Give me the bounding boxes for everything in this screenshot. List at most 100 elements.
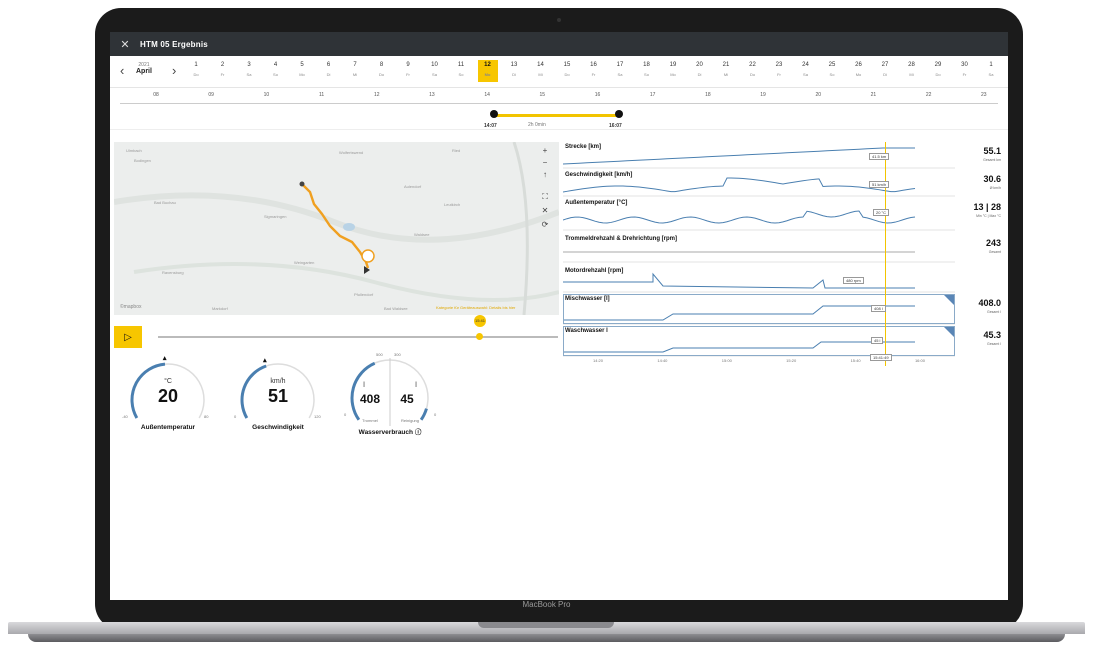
day-cell[interactable]: 7 Mi [345, 60, 365, 82]
cursor-time: 15:41:49 [870, 354, 892, 361]
day-cell[interactable]: 16 Fr [584, 60, 604, 82]
playback-slider-handle[interactable] [476, 333, 483, 340]
day-cell[interactable]: 26 Mo [849, 60, 869, 82]
day-number: 27 [881, 62, 889, 68]
map-place: Bad Buchau [154, 200, 176, 205]
mixwater-row-highlight[interactable] [563, 294, 955, 324]
recenter-icon[interactable]: ⟳ [540, 220, 550, 229]
weekday: Mo [299, 72, 305, 77]
day-number: 5 [300, 62, 304, 68]
close-icon[interactable]: ✕ [110, 38, 140, 51]
day-cell[interactable]: 11 So [451, 60, 471, 82]
range-end-handle[interactable] [615, 110, 623, 118]
play-button[interactable]: ▷ [114, 326, 142, 348]
speed-min: 0 [234, 414, 237, 419]
hour-tick: 15 [539, 92, 546, 98]
water-gauge: 500 300 l l 408 45 Trommel Reinigung 0 0… [338, 348, 442, 448]
speed-value: 51 [267, 386, 289, 406]
sensor-charts: Strecke [km] 55.1 Gesamt km 41.5 km Geschwin… [563, 142, 1003, 366]
day-cell[interactable]: 12 Mo [477, 60, 498, 82]
time-range-selector[interactable]: 08 09 10 11 12 13 14 15 16 17 18 19 20 21 22 23 14:07 1… [110, 90, 1008, 130]
water-cleaning-scale: 300 [394, 352, 401, 357]
day-cell[interactable]: 18 So [637, 60, 657, 82]
weekday: So [458, 72, 464, 77]
day-cell[interactable]: 1 Do [186, 60, 206, 82]
chart-summary-value: 45.3 [983, 330, 1001, 340]
day-cell[interactable]: 10 Sa [425, 60, 445, 82]
water-cleaning-value: 45 [400, 392, 414, 406]
day-cell[interactable]: 25 So [822, 60, 842, 82]
map-canvas [114, 142, 559, 315]
day-number: 4 [273, 62, 278, 68]
map-note: Kategorie für Geräteauswahl: Details bis… [436, 305, 516, 310]
day-cell[interactable]: 23 Fr [769, 60, 789, 82]
day-cell[interactable]: 22 Do [743, 60, 763, 82]
day-cell[interactable]: 3 Sa [239, 60, 259, 82]
day-cell[interactable]: 4 So [266, 60, 286, 82]
weekday: Mo [484, 72, 491, 77]
route-map[interactable]: Ulmbach Bodingen Wolfertswend Ried Bad B… [114, 142, 559, 315]
day-cell[interactable]: 28 Mi [902, 60, 922, 82]
info-icon[interactable]: ⓘ [415, 429, 422, 436]
day-number: 8 [379, 62, 384, 68]
chart-title: Außentemperatur [°C] [565, 200, 628, 206]
selected-range[interactable] [494, 114, 619, 117]
day-cell[interactable]: 1 Sa [981, 60, 1001, 82]
device-label: MacBook Pro [522, 600, 571, 609]
day-cell[interactable]: 27 Di [875, 60, 895, 82]
day-cell[interactable]: 17 Sa [610, 60, 630, 82]
range-start-handle[interactable] [490, 110, 498, 118]
weekday: Do [378, 72, 385, 77]
speed-line [563, 177, 916, 193]
water-label: Wasserverbrauch ⓘ [338, 426, 442, 436]
weekday: So [273, 72, 278, 77]
weekday: So [644, 72, 649, 77]
weekday: Fr [591, 72, 596, 77]
range-duration: 2h 0min [528, 122, 546, 128]
day-cell[interactable]: 2 Fr [213, 60, 233, 82]
day-cell[interactable]: 9 Fr [398, 60, 418, 82]
hour-tick: 14 [484, 92, 490, 98]
mixwater-corner-icon[interactable] [944, 295, 954, 305]
temperature-label: Außentemperatur [140, 424, 196, 431]
washwater-row-highlight[interactable] [563, 326, 955, 356]
map-place: Aulendorf [404, 184, 422, 189]
water-drum-sub: Trommel [362, 418, 378, 423]
day-number: 10 [431, 62, 438, 68]
zoom-out-button[interactable]: − [540, 158, 550, 167]
hour-tick: 23 [981, 92, 987, 98]
water-cleaning-sub: Reinigung [400, 418, 419, 423]
washwater-corner-icon[interactable] [944, 327, 954, 337]
hour-tick: 22 [925, 92, 932, 98]
day-cell[interactable]: 24 Sa [796, 60, 816, 82]
weekday: Di [697, 72, 702, 77]
weekday: Di [326, 72, 331, 77]
prev-month-icon[interactable]: ‹ [120, 63, 124, 78]
day-cell[interactable]: 29 Do [928, 60, 948, 82]
x-tick: 16:00 [914, 358, 925, 363]
day-cell[interactable]: 8 Do [372, 60, 392, 82]
playback-slider[interactable] [158, 336, 558, 338]
speed-unit: km/h [270, 378, 286, 385]
day-cell[interactable]: 30 Fr [955, 60, 975, 82]
compass-button[interactable]: ↑ [540, 170, 550, 179]
day-cell[interactable]: 20 Di [690, 60, 710, 82]
day-number: 23 [775, 62, 783, 68]
layers-icon[interactable]: ✕ [540, 206, 550, 215]
temperature-gauge-pointer [162, 356, 167, 361]
day-cell[interactable]: 19 Mo [663, 60, 683, 82]
laptop-frame: ✕ HTM 05 Ergebnis ‹ 2021 April › 1 Do 2 Fr 3… [95, 8, 1023, 630]
day-cell[interactable]: 21 Mi [716, 60, 736, 82]
day-cell[interactable]: 14 Mi [531, 60, 551, 82]
next-month-icon[interactable]: › [172, 63, 176, 78]
day-cell[interactable]: 13 Di [504, 60, 524, 82]
weekday: Do [193, 72, 199, 77]
base-notch [478, 622, 614, 628]
day-cell[interactable]: 6 Di [319, 60, 339, 82]
camera [557, 18, 561, 22]
day-cell[interactable]: 5 Mo [292, 60, 312, 82]
fit-route-icon[interactable]: ⛶ [540, 192, 550, 202]
zoom-in-button[interactable]: + [540, 146, 550, 155]
chart-cursor-value: 41.5 km [869, 153, 890, 160]
day-cell[interactable]: 15 Do [557, 60, 577, 82]
